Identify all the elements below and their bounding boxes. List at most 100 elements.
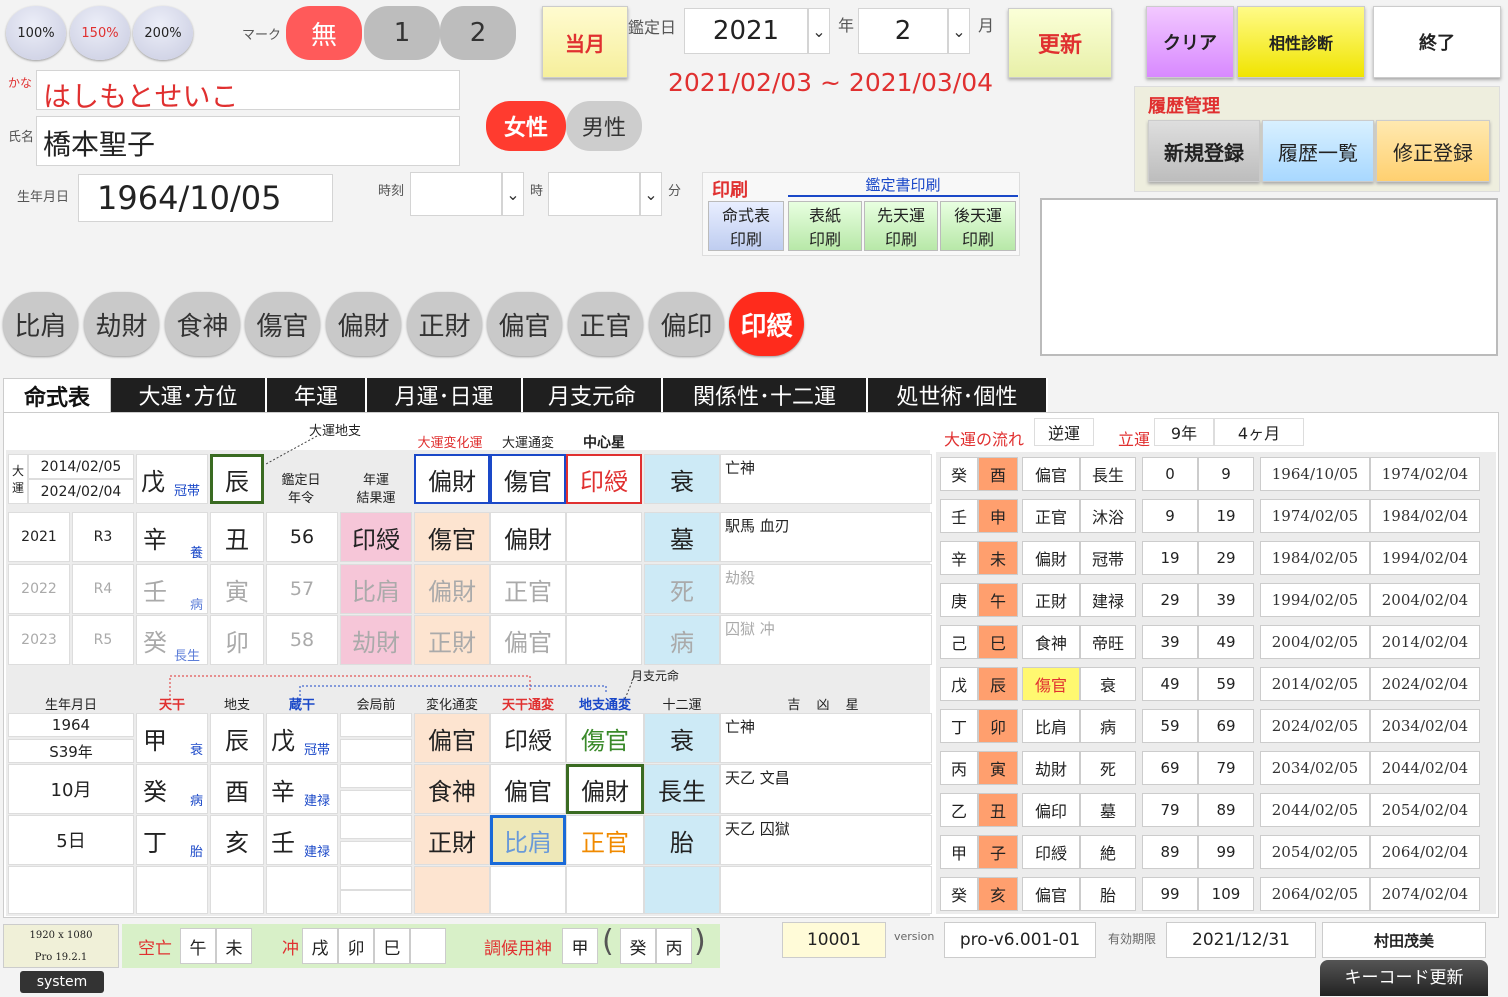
year-cell: 2021 [8,512,70,562]
flow-age-start: 79 [1142,793,1198,827]
flow-branch: 亥 [978,877,1018,911]
tab-kankei[interactable]: 関係性･十二運 [663,378,868,412]
print-senten-button[interactable]: 先天運 印刷 [864,201,938,251]
print-cover-button[interactable]: 表紙 印刷 [788,201,862,251]
star-button-henkan[interactable]: 偏官 [487,292,562,356]
flow-date-to: 2054/02/04 [1370,793,1480,827]
flow-date-from: 2044/02/05 [1260,793,1370,827]
zou-sub: 建禄 [304,794,331,809]
appraisal-year-select[interactable]: 2021 [684,8,808,54]
kk-cell: 亡神 [720,713,932,763]
flow-twelve: 冠帯 [1080,541,1136,575]
kai-cell-a [340,764,412,788]
year-empty [566,512,642,562]
kai-cell-b [340,790,412,814]
clear-button[interactable]: クリア [1146,6,1234,78]
flow-tsuhen: 偏印 [1022,793,1080,827]
year-b: 偏官 [490,615,566,665]
tab-taiun[interactable]: 大運･方位 [111,378,267,412]
flow-branch: 酉 [978,457,1018,491]
flow-tsuhen: 傷官 [1022,667,1080,701]
appraisal-day-header-1: 鑑定日 [281,473,321,488]
flow-age-end: 89 [1198,793,1254,827]
print-meishiki-button[interactable]: 命式表 印刷 [708,201,784,251]
zoom-100-button[interactable]: 100% [6,6,66,60]
memo-textarea[interactable] [1040,198,1498,356]
flow-tsuhen: 正財 [1022,583,1080,617]
flow-date-from: 1974/02/05 [1260,499,1370,533]
mark-1-button[interactable]: 1 [364,6,440,60]
star-button-shokushin[interactable]: 食神 [165,292,240,356]
male-button[interactable]: 男性 [566,101,642,151]
year-stem-sub: 長生 [174,649,201,664]
star-button-hiken[interactable]: 比肩 [3,292,78,356]
flow-tsuhen: 偏官 [1022,457,1080,491]
chouko-3: 丙 [656,928,692,964]
hour-select[interactable] [410,172,502,216]
keycode-update-button[interactable]: キーコード更新 [1320,960,1488,996]
star-button-injyu[interactable]: 印綬 [729,292,804,356]
minute-select[interactable] [548,172,640,216]
tab-nenun[interactable]: 年運 [267,378,367,412]
appraisal-month-select[interactable]: 2 [858,8,948,54]
chu-3: 巳 [374,928,410,964]
year-nen: 印綬 [340,512,412,562]
system-button[interactable]: system [20,971,104,993]
flow-tsuhen: 正官 [1022,499,1080,533]
star-button-seikan[interactable]: 正官 [568,292,643,356]
flow-stem: 戊 [940,667,978,701]
zoom-200-button[interactable]: 200% [133,6,193,60]
expiry-label: 有効期限 [1108,932,1157,946]
chushin-cell: 印綬 [566,454,642,504]
taiun-label-1: 大 [11,464,24,478]
star-button-seizai[interactable]: 正財 [407,292,482,356]
year-dropdown-arrow[interactable]: ⌄ [808,8,830,54]
star-button-shoukan[interactable]: 傷官 [245,292,320,356]
tab-shoseijutsu[interactable]: 処世術･個性 [868,378,1048,412]
flow-branch: 子 [978,835,1018,869]
tab-getsuun[interactable]: 月運･日運 [367,378,523,412]
nen-result-header: 年運 結果運 [340,472,412,508]
month-dropdown-arrow[interactable]: ⌄ [948,8,970,54]
year-cell: 2023 [8,615,70,665]
minute-dropdown-arrow[interactable]: ⌄ [640,172,662,216]
resolution-box: 1920 x 1080 Pro 19.2.1 [3,924,119,968]
exit-button[interactable]: 終了 [1373,6,1501,78]
print-sub-title: 鑑定書印刷 [788,174,1018,197]
tab-gesshi[interactable]: 月支元命 [523,378,663,412]
hour-dropdown-arrow[interactable]: ⌄ [502,172,524,216]
flow-age-start: 39 [1142,625,1198,659]
new-register-button[interactable]: 新規登録 [1148,120,1260,182]
this-month-button[interactable]: 当月 [542,6,628,78]
edit-register-button[interactable]: 修正登録 [1376,120,1490,182]
history-list-button[interactable]: 履歴一覧 [1262,120,1374,182]
compatibility-button[interactable]: 相性診断 [1237,6,1365,78]
connector-line-path [265,435,318,465]
print-kouten-line2: 印刷 [961,230,994,249]
flow-age-end: 9 [1198,457,1254,491]
kana-input[interactable]: はしもとせいこ [36,70,460,113]
tt-cell: 偏官 [490,764,566,814]
zoom-150-button[interactable]: 150% [70,6,130,60]
star-button-henzai[interactable]: 偏財 [326,292,401,356]
year-empty [566,615,642,665]
female-button[interactable]: 女性 [486,101,566,151]
ten-sub: 病 [190,794,204,809]
kai-cell-a [340,713,412,737]
birth-input[interactable]: 1964/10/05 [78,174,333,222]
mark-2-button[interactable]: 2 [440,6,516,60]
star-button-gouzai[interactable]: 劫財 [84,292,159,356]
update-button[interactable]: 更新 [1008,8,1112,78]
tab-meishiki[interactable]: 命式表 [3,378,111,414]
print-kouten-button[interactable]: 後天運 印刷 [940,201,1016,251]
h-chi: 地支 [223,698,250,713]
year-branch: 丑 [210,512,264,562]
year-unit: 年 [838,16,855,35]
star-button-hen-in[interactable]: 偏印 [649,292,724,356]
flow-age-end: 29 [1198,541,1254,575]
flow-age-end: 69 [1198,709,1254,743]
taiun-date-from: 2014/02/05 [28,454,134,479]
mark-none-button[interactable]: 無 [286,6,362,60]
name-input[interactable]: 橋本聖子 [36,116,460,166]
flow-branch: 丑 [978,793,1018,827]
